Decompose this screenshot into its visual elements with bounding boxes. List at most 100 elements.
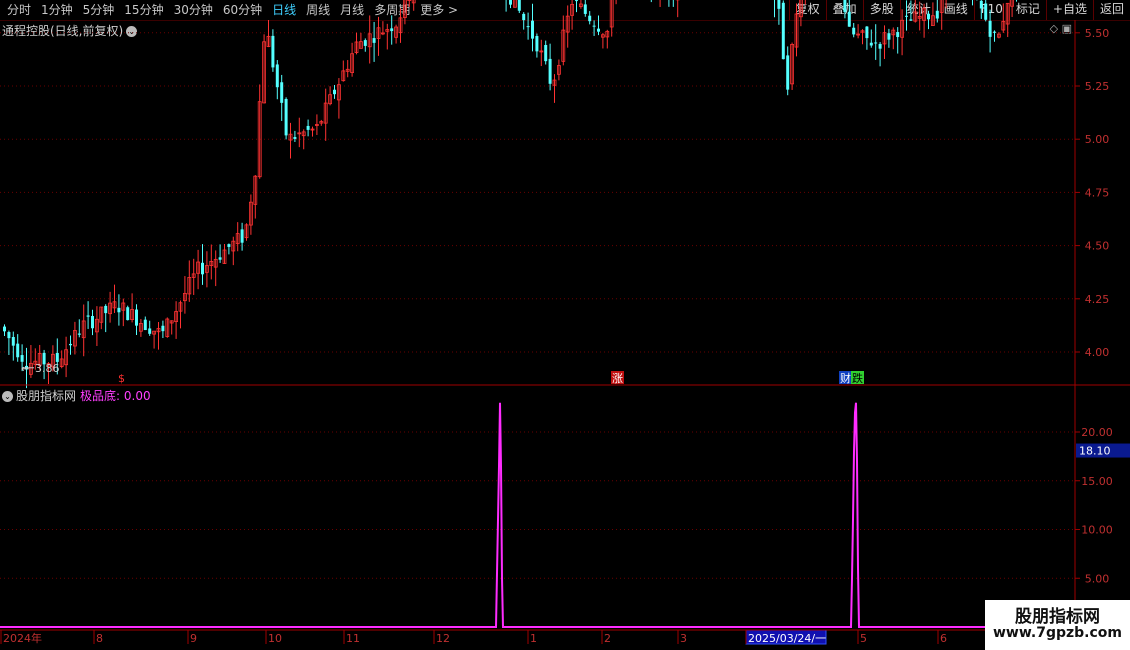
candle-body-down <box>993 31 996 33</box>
price-tick-label: 5.25 <box>1085 80 1110 93</box>
time-label: 10 <box>268 632 282 645</box>
price-tick-label: 4.25 <box>1085 293 1110 306</box>
candle-body-down <box>306 125 310 130</box>
candle-body-down <box>117 307 121 313</box>
candle-body-down <box>293 137 297 139</box>
candle-body-down <box>597 28 600 32</box>
candle-body-down <box>372 38 376 43</box>
candle-body-down <box>16 343 20 358</box>
candle-body-down <box>927 13 930 20</box>
candle-body-down <box>517 0 521 11</box>
price-tick-label: 5.00 <box>1085 133 1110 146</box>
indicator-line <box>0 402 985 628</box>
candle-body-down <box>271 35 275 68</box>
candle-body-down <box>909 19 913 21</box>
watermark-url: www.7gpzb.com <box>992 625 1122 641</box>
candle-body-down <box>896 32 900 38</box>
candle-body-down <box>531 20 534 39</box>
candle-body-down <box>905 15 908 17</box>
event-markers: $ 涨 财跌 <box>118 371 864 385</box>
event-marker-2: 财 <box>840 371 851 385</box>
candle-body-down <box>509 0 512 5</box>
candle-body-down <box>77 333 81 335</box>
candle-body-down <box>979 0 983 9</box>
indicator-value-label: 极品底: 0.00 <box>80 389 151 403</box>
candlestick-series: 6.933.86← <box>3 0 1017 389</box>
price-tick-label: 5.50 <box>1085 27 1110 40</box>
candle-body-down <box>284 98 288 136</box>
low-price-label: 3.86 <box>35 362 60 375</box>
candle-body-down <box>11 337 15 346</box>
price-tick-label: 4.50 <box>1085 240 1110 253</box>
indicator-tick-label: 15.00 <box>1081 475 1113 488</box>
candle-body-down <box>7 332 11 339</box>
candle-body-down <box>786 55 790 90</box>
candle-body-down <box>869 42 873 46</box>
candle-body-down <box>935 10 939 19</box>
indicator-tick-label: 10.00 <box>1081 524 1113 537</box>
indicator-series-line <box>0 402 985 628</box>
candle-body-down <box>852 27 856 35</box>
candle-body-down <box>86 315 90 317</box>
candle-body-down <box>575 0 578 2</box>
time-label: 3 <box>680 632 687 645</box>
candle-body-down <box>91 315 94 329</box>
time-label: 5 <box>860 632 867 645</box>
time-label: 11 <box>346 632 360 645</box>
candle-body-down <box>588 15 592 22</box>
candle-body-down <box>280 82 284 103</box>
candle-body-down <box>20 355 24 362</box>
candle-body-down <box>522 13 526 21</box>
candle-body-down <box>104 305 108 314</box>
indicator-axis: 20.00 15.00 10.00 5.00 18.10 <box>1075 426 1130 585</box>
candle-body-down <box>135 309 138 326</box>
time-label: 2025/03/24/一 <box>748 632 826 645</box>
watermark-title: 股朋指标网 <box>1015 607 1100 627</box>
panel-frame <box>0 20 1130 650</box>
candle-body-down <box>984 3 988 20</box>
indicator-tick-label: 20.00 <box>1081 426 1113 439</box>
candle-body-down <box>143 319 147 331</box>
candle-body-down <box>847 11 851 27</box>
time-label: 2024年 <box>3 631 42 645</box>
indicator-name: 股朋指标网 <box>16 389 77 403</box>
candle-body-down <box>390 28 394 32</box>
candle-body-down <box>843 0 847 12</box>
candle-body-down <box>874 42 878 44</box>
candle-body-down <box>988 20 992 37</box>
price-tick-label: 4.75 <box>1085 186 1110 199</box>
event-marker-1: 涨 <box>612 372 623 385</box>
candle-body-down <box>275 64 279 88</box>
candle-body-down <box>781 2 785 60</box>
grid-lines <box>0 32 1075 579</box>
candle-body-down <box>583 4 587 14</box>
candle-body-down <box>887 33 891 40</box>
indicator-title[interactable]: ⌄ 股朋指标网 极品底: 0.00 <box>2 387 151 404</box>
time-label: 1 <box>530 632 537 645</box>
candle-body-down <box>592 25 596 27</box>
kline-chart[interactable]: 6.933.86← 6.506.256.005.755.505.255.004.… <box>0 0 1130 650</box>
time-axis: 2024年 8 9 10 11 12 1 2 3 2025/03/24/一 5 6 <box>0 629 947 645</box>
event-marker-0: $ <box>118 372 125 385</box>
time-label: 9 <box>190 632 197 645</box>
candle-body-down <box>777 0 781 9</box>
candle-body-down <box>227 244 231 247</box>
candle-body-down <box>240 229 244 243</box>
indicator-tick-label: 5.00 <box>1085 572 1110 585</box>
candle-body-down <box>126 307 130 321</box>
candle-body-down <box>363 40 367 46</box>
candle-body-down <box>548 58 552 84</box>
candle-body-down <box>69 343 72 346</box>
current-value-label: 18.10 <box>1079 445 1111 458</box>
candle-body-down <box>201 262 204 275</box>
candle-body-down <box>218 257 222 260</box>
price-tick-label: 4.00 <box>1085 346 1110 359</box>
event-marker-3: 跌 <box>852 371 863 385</box>
time-label: 8 <box>96 632 103 645</box>
arrow-left-icon: ← <box>21 364 29 375</box>
chevron-down-icon[interactable]: ⌄ <box>2 391 13 402</box>
time-label: 6 <box>940 632 947 645</box>
candle-body-down <box>535 36 539 52</box>
candle-body-down <box>55 352 59 362</box>
candle-body-down <box>333 89 336 95</box>
